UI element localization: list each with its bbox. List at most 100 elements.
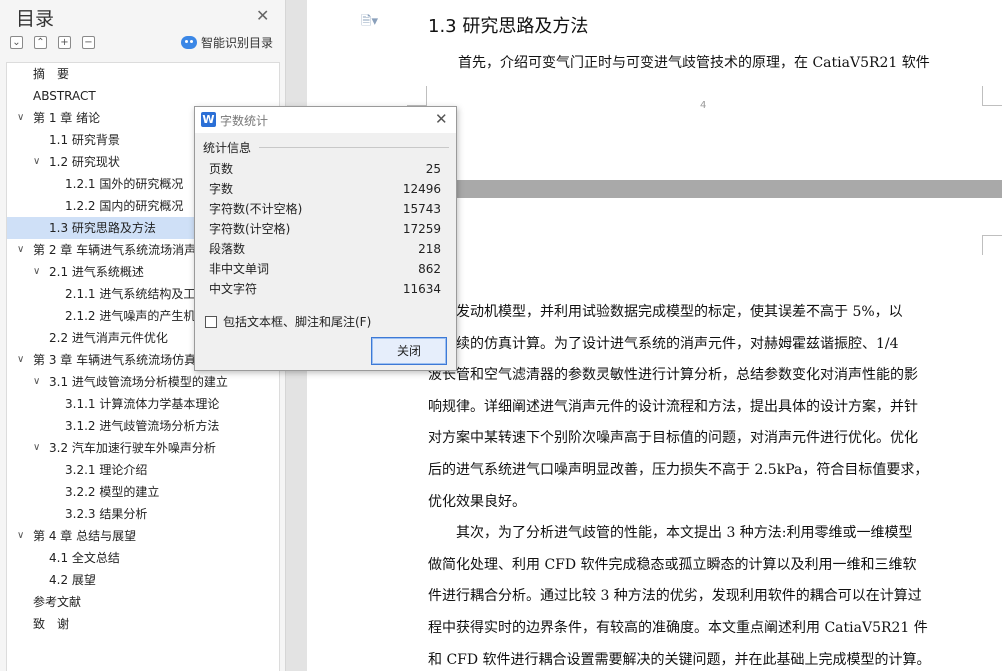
page-corner-mark [982,86,1002,106]
stat-value: 15743 [402,202,441,216]
toc-item-label: 1.2 研究现状 [49,155,120,169]
toc-item[interactable]: ∨ 3.2 汽车加速行驶车外噪声分析 [7,437,279,459]
document-menu-icon[interactable]: 🗎▾ [361,12,378,34]
toc-item-label: 3.2.3 结果分析 [65,507,148,521]
toc-item[interactable]: 4.1 全文总结 [7,547,279,569]
wps-logo-icon: W [201,112,216,127]
stat-value: 862 [418,262,441,276]
page-corner-mark [407,86,427,106]
chevron-down-icon[interactable]: ∨ [17,239,24,261]
body-line: 建立发动机模型，并利用试验数据完成模型的标定，使其误差不高于 5%，以 [428,304,903,320]
toc-item[interactable]: 摘 要 [7,63,279,85]
stat-value: 218 [418,242,441,256]
smart-recognize-label: 智能识别目录 [201,36,274,50]
body-line: 件进行耦合分析。通过比较 3 种方法的优劣，发现利用软件的耦合可以在计算过 [428,588,922,605]
toc-item-label: 3.1.1 计算流体力学基本理论 [65,397,220,411]
stat-row: 字符数(不计空格) 15743 [209,199,441,219]
stat-row: 字数 12496 [209,179,441,199]
word-count-dialog: W 字数统计 ✕ 统计信息 页数 25 字数 12496 字符数(不计空格) 15743 字… [194,106,457,371]
chevron-down-icon[interactable]: ∨ [33,261,40,283]
stat-value: 17259 [402,222,441,236]
stat-value: 12496 [402,182,441,196]
toc-item-label: 第 1 章 绪论 [33,111,101,125]
collapse-all-icon[interactable]: ⌄ [10,36,23,49]
toc-item-label: 2.1 进气系统概述 [49,265,144,279]
body-line: 便后续的仿真计算。为了设计进气系统的消声元件，对赫姆霍兹谐振腔、1/4 [428,335,899,352]
stat-row: 页数 25 [209,159,441,179]
stat-label: 非中文单词 [209,262,270,276]
body-line: 和 CFD 软件进行耦合设置需要解决的关键问题，并在此基础上完成模型的计算。 [428,651,931,668]
toc-item-label: 第 3 章 车辆进气系统流场仿真 [33,353,197,367]
include-checkbox[interactable] [205,315,217,328]
chevron-down-icon[interactable]: ∨ [33,437,40,459]
page-number: 4 [700,100,707,111]
toc-item[interactable]: 3.1.1 计算流体力学基本理论 [7,393,279,415]
body-line: 做简化处理、利用 CFD 软件完成稳态或孤立瞬态的计算以及利用一维和三维软 [428,556,917,573]
stat-value: 25 [425,162,441,176]
toc-item[interactable]: 参考文献 [7,591,279,613]
include-textbox-option[interactable]: 包括文本框、脚注和尾注(F) [205,313,371,330]
toc-item[interactable]: ∨ 第 4 章 总结与展望 [7,525,279,547]
toc-item-label: 3.2.1 理论介绍 [65,463,148,477]
toc-item-label: 2.2 进气消声元件优化 [49,331,168,345]
toc-item-label: 参考文献 [33,595,82,609]
toc-item[interactable]: 3.2.2 模型的建立 [7,481,279,503]
dialog-title: 字数统计 [220,114,269,128]
dialog-titlebar[interactable]: W 字数统计 ✕ [195,107,456,133]
body-line: 波长管和空气滤清器的参数灵敏性进行计算分析，总结参数变化对消声性能的影 [428,367,918,384]
body-line: 程中获得实时的边界条件，有较高的准确度。本文重点阐述利用 CatiaV5R21 … [428,620,928,636]
sidebar-title: 目录 [16,8,55,30]
stat-label: 字符数(不计空格) [209,202,303,216]
toc-item-label: 2.1.1 进气系统结构及工作 [65,287,208,301]
toc-item-label: 致 谢 [33,617,70,631]
toc-item-label: 4.1 全文总结 [49,551,120,565]
stat-label: 页数 [209,162,234,176]
add-heading-icon[interactable]: + [58,36,71,49]
toc-item-label: 1.2.1 国外的研究概况 [65,177,184,191]
toc-item-label: 3.2 汽车加速行驶车外噪声分析 [49,441,216,455]
body-line: 优化效果良好。 [428,493,526,510]
include-checkbox-label: 包括文本框、脚注和尾注(F) [223,315,372,329]
chevron-down-icon[interactable]: ∨ [33,371,40,393]
toc-item[interactable]: 3.1.2 进气歧管流场分析方法 [7,415,279,437]
toc-toolbar: ⌄ ⌃ + − [10,36,95,49]
body-line: 响规律。详细阐述进气消声元件的设计流程和方法，提出具体的设计方案，并针 [428,398,918,415]
toc-item[interactable]: ∨ 3.1 进气歧管流场分析模型的建立 [7,371,279,393]
toc-item-label: 第 4 章 总结与展望 [33,529,137,543]
toc-item[interactable]: 4.2 展望 [7,569,279,591]
toc-item-label: 4.2 展望 [49,573,96,587]
toc-item-label: 第 2 章 车辆进气系统流场消声 [33,243,197,257]
dialog-close-icon[interactable]: ✕ [435,110,448,128]
body-line: 对方案中某转速下个别阶次噪声高于目标值的问题，对消声元件进行优化。优化 [428,430,918,447]
stats-section-title: 统计信息 [203,141,252,155]
stat-row: 段落数 218 [209,239,441,259]
stat-row: 字符数(计空格) 17259 [209,219,441,239]
toc-item[interactable]: ABSTRACT [7,85,279,107]
expand-all-icon[interactable]: ⌃ [34,36,47,49]
stat-value: 11634 [402,282,441,296]
stat-row: 非中文单词 862 [209,259,441,279]
smart-recognize-toc-button[interactable]: 智能识别目录 [181,34,273,51]
section-heading: 1.3 研究思路及方法 [428,16,589,37]
robot-icon [181,36,197,49]
toc-item-label: 1.1 研究背景 [49,133,120,147]
chevron-down-icon[interactable]: ∨ [17,107,24,129]
toc-item-label: 3.1.2 进气歧管流场分析方法 [65,419,220,433]
remove-heading-icon[interactable]: − [82,36,95,49]
close-button[interactable]: 关闭 [371,337,447,365]
chevron-down-icon[interactable]: ∨ [33,151,40,173]
toc-item-label: 摘 要 [33,67,70,81]
toc-item-label: ABSTRACT [33,89,96,103]
chevron-down-icon[interactable]: ∨ [17,349,24,371]
chevron-down-icon[interactable]: ∨ [17,525,24,547]
toc-item[interactable]: 3.2.1 理论介绍 [7,459,279,481]
toc-item-label: 1.3 研究思路及方法 [49,221,156,235]
toc-item-label: 1.2.2 国内的研究概况 [65,199,184,213]
toc-item[interactable]: 致 谢 [7,613,279,635]
stat-label: 中文字符 [209,282,258,296]
body-line: 其次，为了分析进气歧管的性能，本文提出 3 种方法:利用零维或一维模型 [428,525,913,542]
sidebar-close-icon[interactable]: ✕ [256,6,269,25]
body-line: 后的进气系统进气口噪声明显改善，压力损失不高于 2.5kPa，符合目标值要求， [428,462,929,478]
toc-item[interactable]: 3.2.3 结果分析 [7,503,279,525]
toc-item-label: 3.2.2 模型的建立 [65,485,160,499]
